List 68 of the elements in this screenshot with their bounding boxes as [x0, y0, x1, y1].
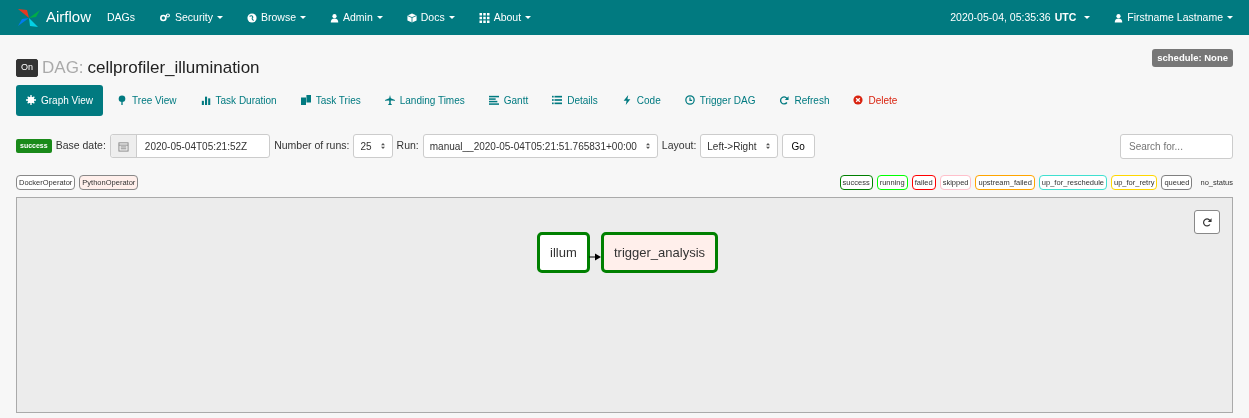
pinwheel-logo — [16, 6, 42, 29]
refresh-icon — [1202, 216, 1212, 227]
gear-icon — [26, 95, 36, 105]
user-icon — [1114, 12, 1124, 23]
spinner-arrows-icon — [379, 141, 386, 151]
bolt-icon — [621, 95, 632, 105]
date-field[interactable]: 2020-05-04T05:21:52Z — [109, 134, 271, 158]
on-off-toggle[interactable]: On — [16, 59, 38, 77]
schedule-badge: schedule: None — [1152, 49, 1233, 68]
task-node[interactable]: illum — [537, 231, 590, 274]
caret-icon — [1227, 16, 1233, 19]
view-tab[interactable]: Refresh — [769, 84, 840, 116]
nav-menu-item[interactable]: Security — [159, 9, 223, 26]
refresh-button[interactable] — [1194, 209, 1220, 234]
gantt-icon — [488, 95, 499, 105]
airplane-icon — [384, 95, 395, 105]
calendar-icon — [117, 140, 129, 152]
caret-icon — [300, 16, 306, 19]
view-tab[interactable]: Landing Times — [374, 84, 475, 116]
user-icon — [330, 12, 339, 23]
runs-select[interactable]: 25 — [353, 134, 393, 158]
brand-link[interactable]: Airflow — [16, 6, 91, 29]
list-icon — [552, 95, 563, 105]
search-field[interactable]: Search for... — [1120, 133, 1233, 159]
spinner-arrows-icon — [644, 141, 651, 151]
view-tab[interactable]: Tree View — [107, 84, 187, 116]
run-select[interactable]: manual__2020-05-04T05:21:51.765831+00:00 — [422, 134, 658, 158]
caret-icon — [376, 16, 383, 19]
gears-icon — [159, 12, 172, 23]
tree-icon — [117, 95, 128, 105]
documents-icon — [300, 95, 311, 105]
nav-menu-item[interactable]: About — [478, 9, 532, 26]
grid-icon — [478, 12, 490, 23]
field-label: Run: — [396, 138, 419, 154]
layout-select[interactable]: Left->Right — [700, 134, 778, 158]
delete-icon — [853, 95, 864, 105]
nav-menu-item[interactable]: Docs — [406, 9, 455, 26]
go-button[interactable]: Go — [781, 134, 815, 158]
spinner-arrows-icon — [764, 141, 771, 151]
caret-icon — [525, 16, 532, 19]
cube-icon — [406, 12, 417, 23]
view-tab[interactable]: Details — [542, 84, 608, 116]
refresh-icon — [779, 95, 790, 105]
clock-icon — [684, 95, 695, 105]
field-label: Number of runs: — [274, 138, 350, 154]
task-node[interactable]: trigger_analysis — [601, 231, 719, 274]
field-label: Layout: — [661, 138, 697, 154]
caret-icon — [216, 16, 223, 19]
edge-arrow — [589, 252, 601, 261]
caret-icon — [448, 16, 455, 19]
dag-label: DAG: — [42, 57, 84, 79]
field-label: Base date: — [55, 138, 106, 154]
view-tab[interactable]: Code — [611, 84, 671, 116]
view-tab[interactable]: Delete — [843, 84, 908, 116]
nav-menu-item[interactable]: DAGs — [107, 9, 136, 26]
view-tab[interactable]: Task Duration — [190, 84, 287, 116]
clock-menu[interactable]: 2020-05-04, 05:35:36 UTC — [950, 9, 1091, 26]
nav-menu-item[interactable]: Admin — [330, 9, 383, 26]
globe-icon — [246, 12, 257, 23]
view-tab[interactable]: Task Tries — [290, 84, 371, 116]
view-tab[interactable]: Trigger DAG — [674, 84, 766, 116]
dag-title: cellprofiler_illumination — [87, 57, 260, 79]
bar-chart-icon — [200, 95, 211, 105]
caret-icon — [1084, 16, 1091, 19]
nav-menu-item[interactable]: Browse — [246, 9, 306, 26]
view-tab[interactable]: Gantt — [478, 84, 539, 116]
view-tab[interactable]: Graph View — [16, 84, 104, 116]
user-menu[interactable]: Firstname Lastname — [1114, 9, 1233, 26]
